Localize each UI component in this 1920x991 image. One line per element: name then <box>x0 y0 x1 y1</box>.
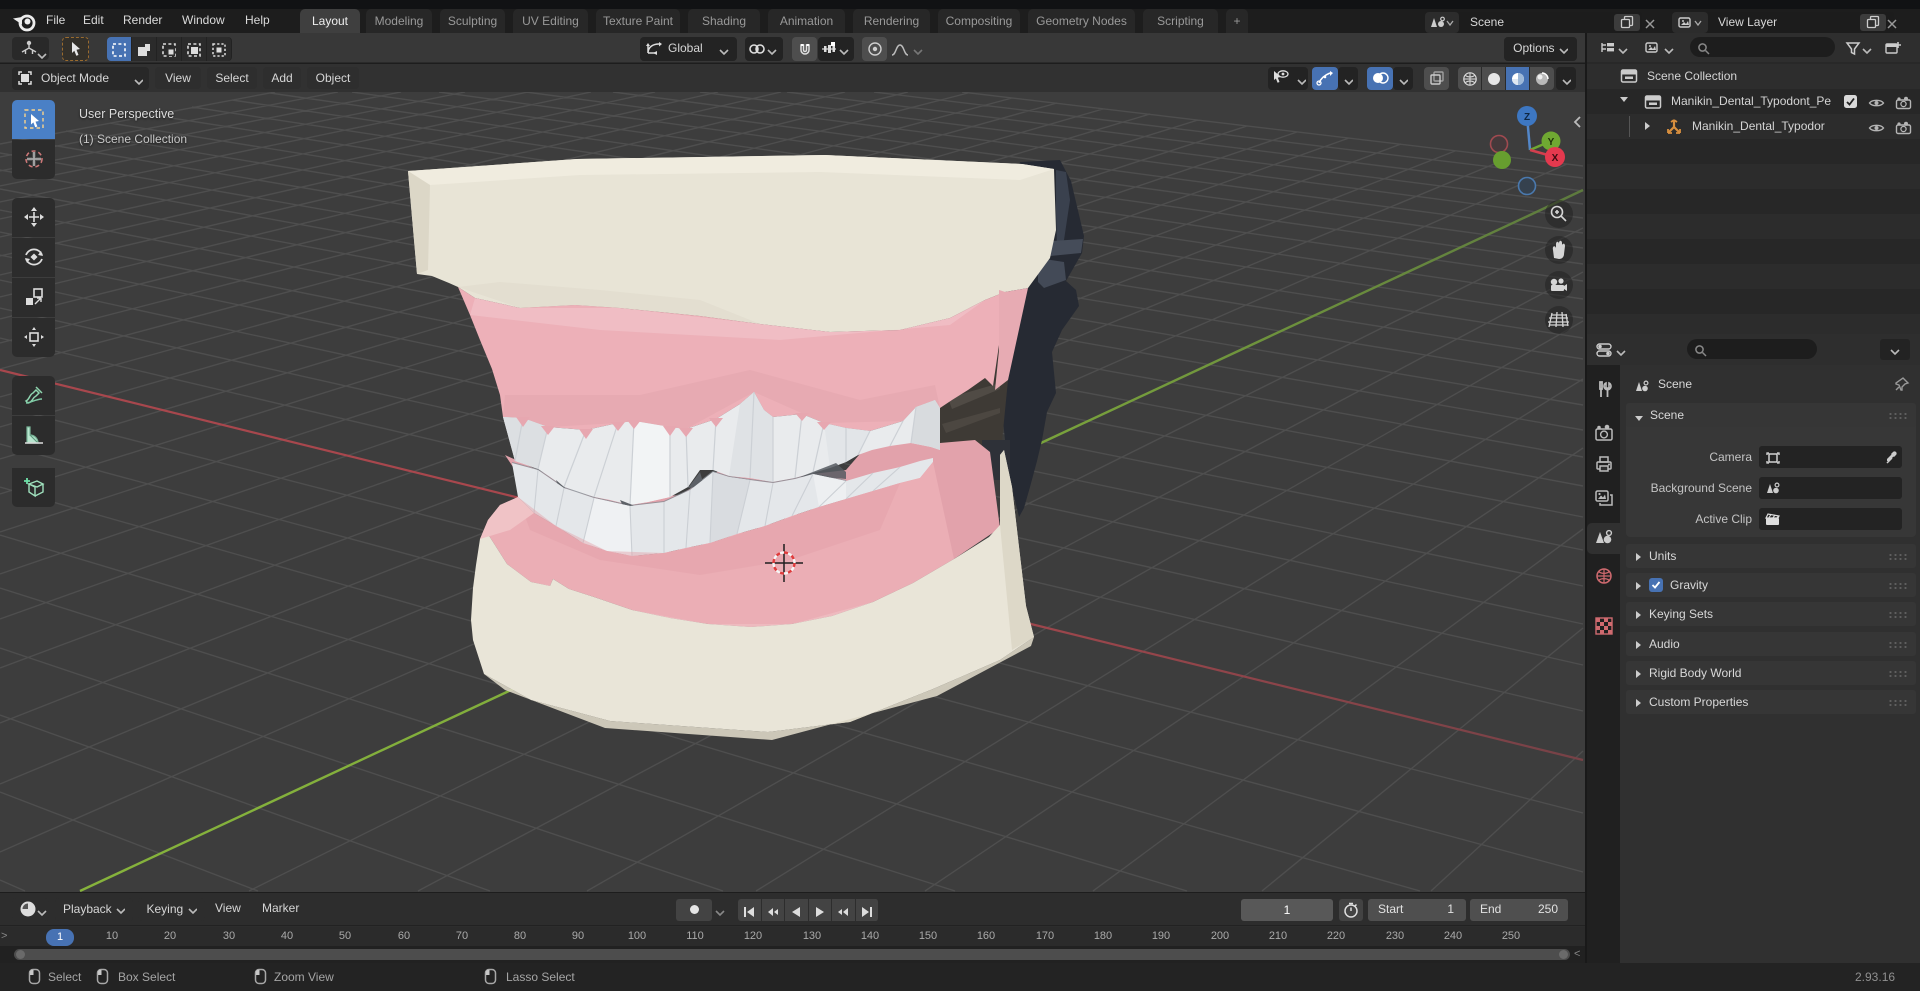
svg-text:Y: Y <box>1548 137 1555 148</box>
svg-text:Z: Z <box>1524 112 1530 123</box>
svg-text:X: X <box>1552 153 1559 164</box>
